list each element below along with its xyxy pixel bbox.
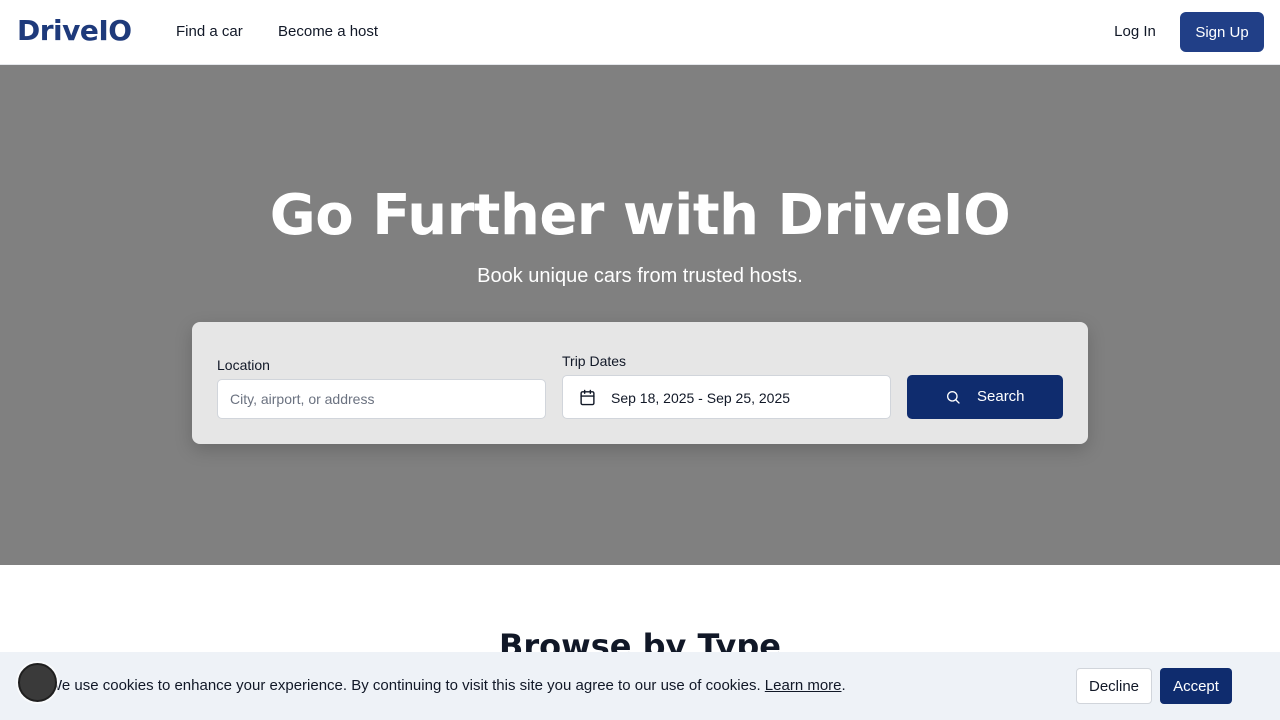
cookie-banner: We use cookies to enhance your experienc… bbox=[0, 652, 1280, 720]
hero-section: Go Further with DriveIO Book unique cars… bbox=[0, 65, 1280, 565]
logo[interactable]: DriveIO bbox=[17, 12, 132, 50]
search-button-label: Search bbox=[977, 388, 1025, 405]
hero-subtitle: Book unique cars from trusted hosts. bbox=[477, 265, 803, 287]
trip-dates-label: Trip Dates bbox=[562, 353, 627, 369]
signup-button[interactable]: Sign Up bbox=[1180, 12, 1264, 52]
calendar-icon bbox=[580, 389, 595, 406]
location-input[interactable] bbox=[217, 379, 546, 419]
decline-button[interactable]: Decline bbox=[1076, 668, 1152, 704]
trip-dates-value: Sep 18, 2025 - Sep 25, 2025 bbox=[611, 390, 791, 406]
floating-widget-button[interactable] bbox=[18, 663, 57, 702]
hero-title: Go Further with DriveIO bbox=[269, 183, 1011, 248]
nav-become-a-host[interactable]: Become a host bbox=[278, 22, 378, 42]
cookie-text: We use cookies to enhance your experienc… bbox=[48, 677, 761, 694]
cookie-message: We use cookies to enhance your experienc… bbox=[48, 677, 846, 695]
trip-dates-picker[interactable]: Sep 18, 2025 - Sep 25, 2025 bbox=[562, 375, 891, 419]
learn-more-link[interactable]: Learn more bbox=[765, 677, 842, 694]
login-button[interactable]: Log In bbox=[1102, 22, 1168, 42]
site-header: DriveIO Find a car Become a host Log In … bbox=[0, 0, 1280, 65]
search-icon bbox=[947, 391, 960, 404]
location-label: Location bbox=[217, 357, 270, 373]
nav-find-a-car[interactable]: Find a car bbox=[176, 22, 243, 42]
search-card: Location Trip Dates Sep 18, 2025 - Sep 2… bbox=[192, 322, 1088, 444]
cookie-period: . bbox=[841, 677, 846, 694]
accept-button[interactable]: Accept bbox=[1160, 668, 1232, 704]
search-button[interactable]: Search bbox=[907, 375, 1063, 419]
